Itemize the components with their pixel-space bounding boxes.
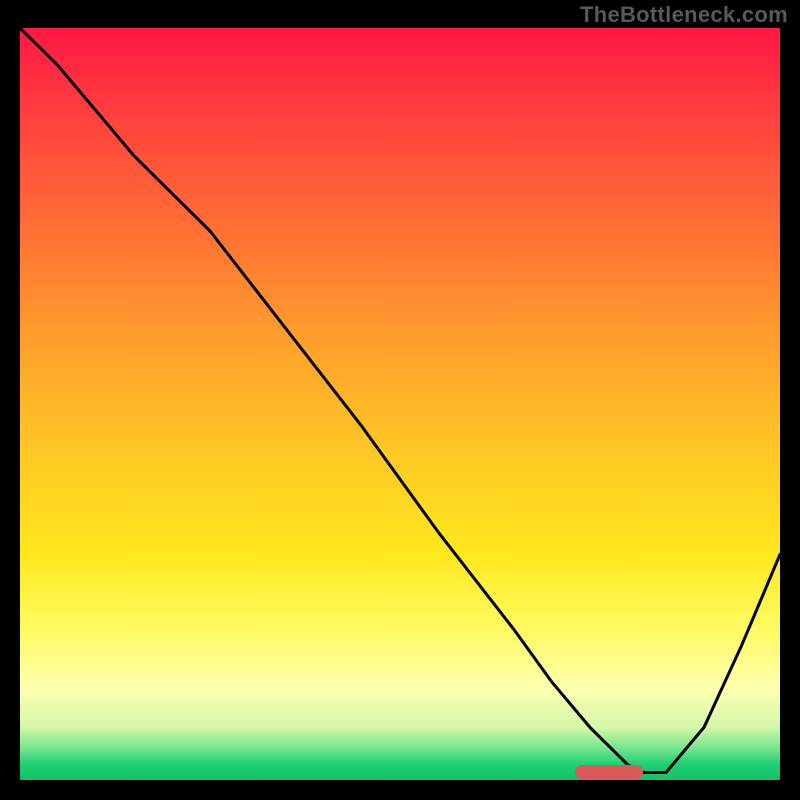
chart-container: TheBottleneck.com xyxy=(0,0,800,800)
plot-area xyxy=(20,28,780,780)
optimal-marker xyxy=(575,765,643,779)
bottleneck-curve xyxy=(20,28,780,780)
watermark-label: TheBottleneck.com xyxy=(580,2,788,28)
